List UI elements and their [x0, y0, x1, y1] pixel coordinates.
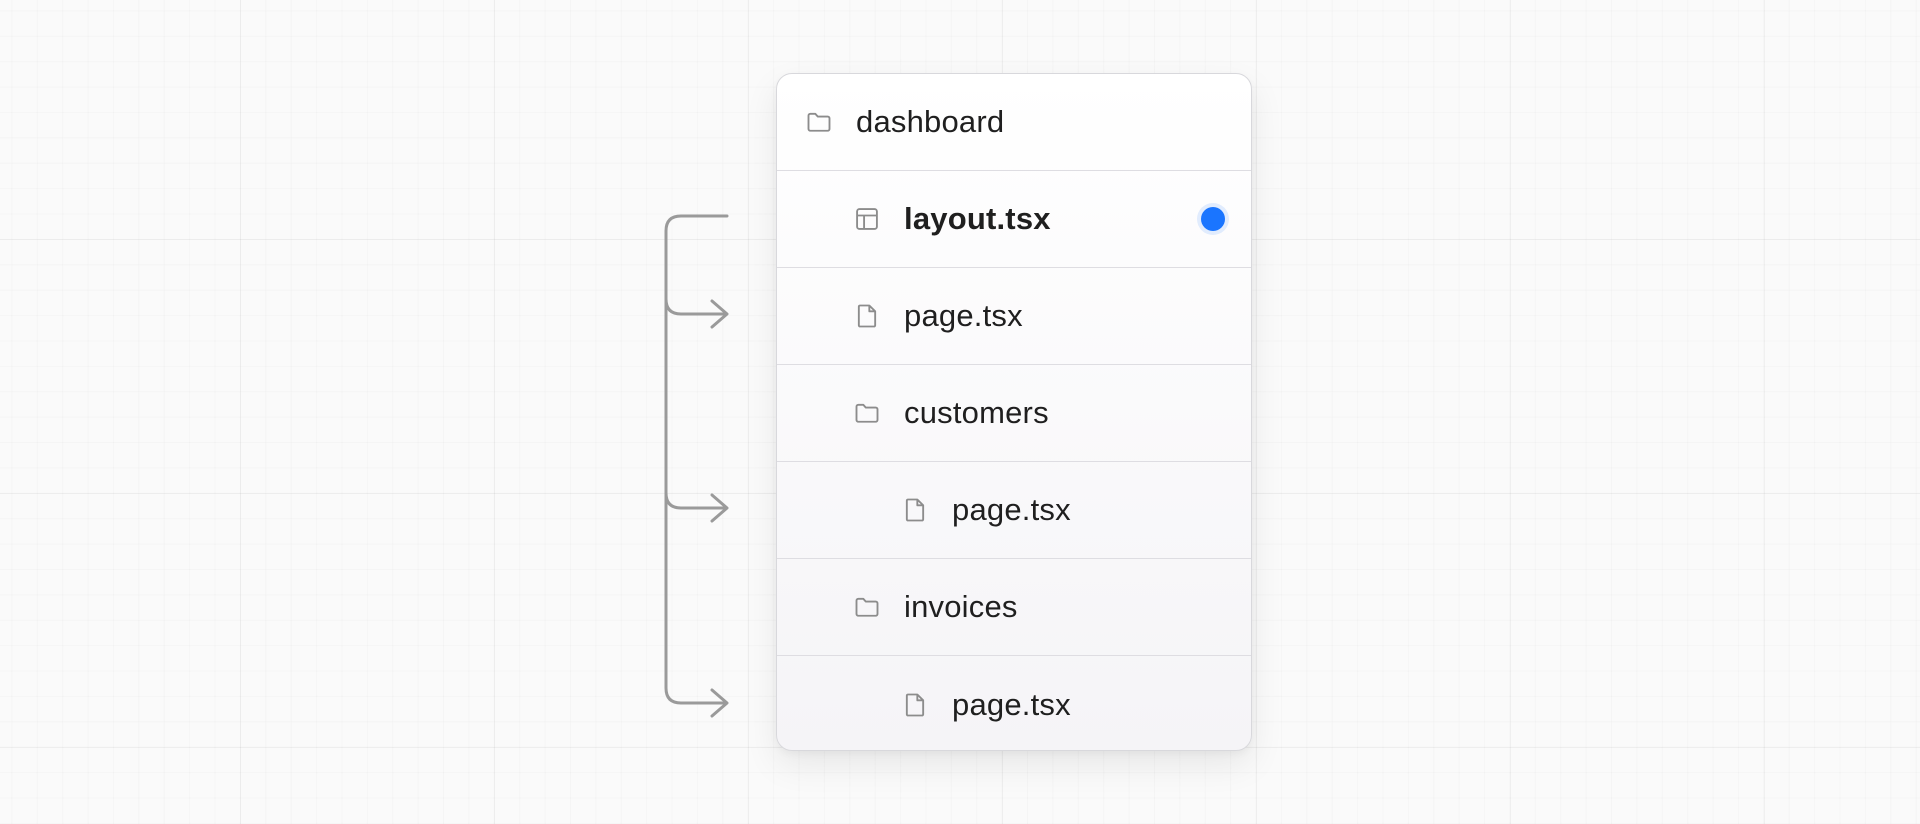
- arrow-head-invoices-page: [710, 688, 729, 718]
- connector-branch-customers-page: [664, 491, 727, 510]
- tree-item-invoices[interactable]: invoices: [777, 559, 1251, 656]
- folder-icon: [807, 112, 831, 132]
- active-indicator-dot: [1201, 207, 1225, 231]
- tree-item-customers-page-tsx[interactable]: page.tsx: [777, 462, 1251, 559]
- connector-branch-page: [664, 297, 727, 316]
- tree-item-layout-tsx[interactable]: layout.tsx: [777, 171, 1251, 268]
- tree-item-label: page.tsx: [904, 298, 1023, 333]
- tree-item-label: page.tsx: [952, 492, 1071, 527]
- file-icon: [905, 498, 925, 522]
- folder-icon: [855, 597, 879, 617]
- arrow-head-customers-page: [710, 493, 729, 523]
- tree-item-label: invoices: [904, 589, 1018, 624]
- tree-item-label: customers: [904, 395, 1049, 430]
- arrow-head-page: [710, 299, 729, 329]
- file-icon: [905, 693, 925, 716]
- tree-item-invoices-page-tsx[interactable]: page.tsx: [777, 656, 1251, 750]
- connector-trunk: [664, 214, 729, 705]
- tree-item-label: layout.tsx: [904, 201, 1051, 236]
- file-icon: [857, 304, 877, 328]
- tree-item-customers[interactable]: customers: [777, 365, 1251, 462]
- tree-item-label: page.tsx: [952, 686, 1071, 722]
- tree-item-label: dashboard: [856, 104, 1005, 139]
- folder-icon: [855, 403, 879, 423]
- file-tree: dashboard layout.tsx page.tsx customers …: [776, 73, 1252, 751]
- layout-icon: [856, 208, 878, 230]
- tree-item-page-tsx[interactable]: page.tsx: [777, 268, 1251, 365]
- tree-item-dashboard[interactable]: dashboard: [777, 74, 1251, 171]
